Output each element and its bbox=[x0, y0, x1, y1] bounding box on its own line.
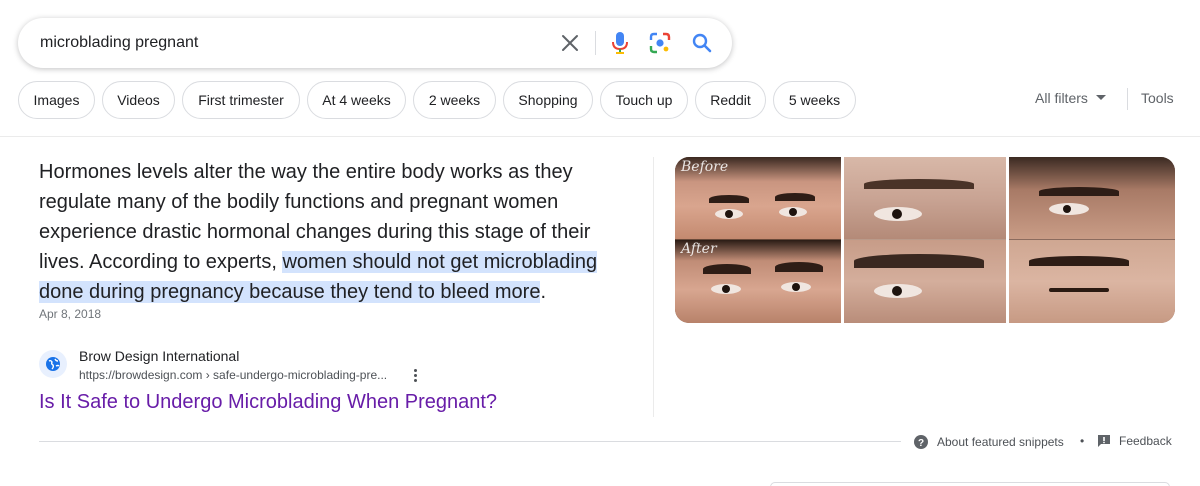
search-divider bbox=[595, 31, 596, 55]
close-icon bbox=[562, 35, 578, 51]
before-after-image[interactable]: Before After bbox=[675, 157, 841, 323]
chip-5-weeks[interactable]: 5 weeks bbox=[773, 81, 856, 119]
brow-closeup-bottom bbox=[843, 240, 1007, 323]
feedback-link[interactable]: Feedback bbox=[1097, 434, 1172, 448]
site-name: Brow Design International bbox=[79, 348, 240, 364]
footer-separator: • bbox=[1080, 434, 1085, 448]
lens-icon bbox=[649, 32, 671, 54]
snippet-date: Apr 8, 2018 bbox=[39, 307, 102, 321]
brow-profile-bottom bbox=[1009, 240, 1175, 323]
brow-closeup-image[interactable] bbox=[843, 157, 1007, 323]
lens-search-button[interactable] bbox=[648, 31, 672, 55]
search-input[interactable] bbox=[40, 31, 540, 55]
tools-button[interactable]: Tools bbox=[1141, 90, 1174, 106]
tools-divider bbox=[1127, 88, 1128, 110]
feedback-label: Feedback bbox=[1119, 434, 1172, 448]
chip-at-4-weeks[interactable]: At 4 weeks bbox=[307, 81, 406, 119]
after-label: After bbox=[681, 241, 717, 257]
snippet-text-end: . bbox=[540, 281, 547, 303]
snippet-images: Before After bbox=[675, 157, 1175, 323]
voice-search-button[interactable] bbox=[608, 31, 632, 55]
svg-text:?: ? bbox=[918, 438, 924, 449]
before-label: Before bbox=[681, 159, 729, 175]
microphone-icon bbox=[612, 32, 628, 54]
next-result-card bbox=[770, 482, 1170, 486]
chip-reddit[interactable]: Reddit bbox=[695, 81, 766, 119]
about-featured-snippets-link[interactable]: ? About featured snippets bbox=[913, 434, 1064, 450]
brow-profile-image[interactable] bbox=[1009, 157, 1175, 323]
clear-search-button[interactable] bbox=[558, 31, 582, 55]
chip-2-weeks[interactable]: 2 weeks bbox=[413, 81, 496, 119]
snippet-text: Hormones levels alter the way the entire… bbox=[39, 157, 629, 307]
result-title-link[interactable]: Is It Safe to Undergo Microblading When … bbox=[39, 391, 497, 414]
snippet-bottom-divider bbox=[39, 441, 901, 442]
site-url: https://browdesign.com › safe-undergo-mi… bbox=[79, 368, 388, 382]
help-icon: ? bbox=[914, 435, 928, 449]
about-featured-snippets-label: About featured snippets bbox=[937, 435, 1064, 449]
chip-first-trimester[interactable]: First trimester bbox=[182, 81, 300, 119]
chip-touch-up[interactable]: Touch up bbox=[600, 81, 688, 119]
all-filters-button[interactable]: All filters bbox=[1035, 90, 1106, 106]
globe-icon bbox=[46, 357, 60, 371]
dropdown-arrow-icon bbox=[1095, 95, 1106, 100]
chip-videos[interactable]: Videos bbox=[102, 81, 175, 119]
more-options-button[interactable] bbox=[407, 366, 423, 384]
chip-shopping[interactable]: Shopping bbox=[503, 81, 593, 119]
site-favicon bbox=[39, 350, 67, 378]
header-divider bbox=[0, 136, 1200, 137]
search-bar bbox=[18, 18, 732, 68]
column-divider bbox=[653, 157, 654, 417]
all-filters-label: All filters bbox=[1035, 90, 1088, 106]
search-icon bbox=[692, 33, 712, 53]
brow-profile-top bbox=[1009, 157, 1175, 239]
feedback-icon bbox=[1098, 435, 1110, 447]
brow-closeup-top bbox=[843, 157, 1007, 239]
search-button[interactable] bbox=[690, 31, 714, 55]
chip-images[interactable]: Images bbox=[18, 81, 95, 119]
